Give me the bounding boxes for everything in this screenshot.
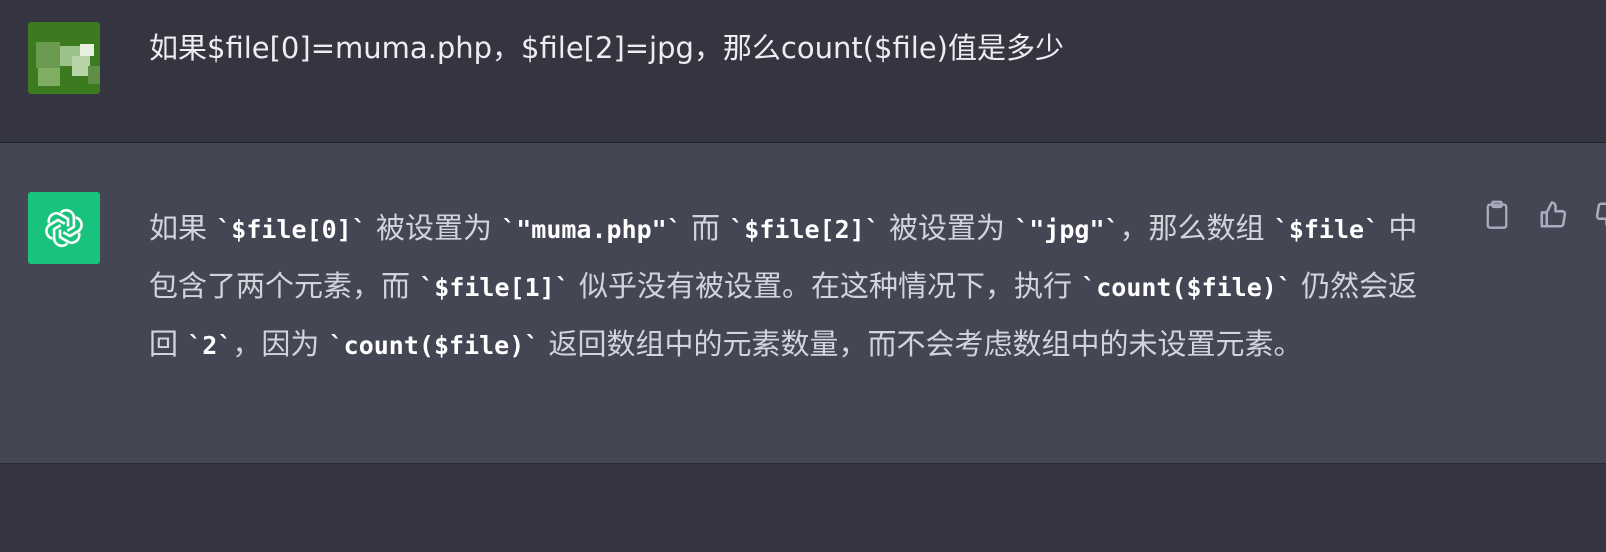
openai-logo-icon [28,192,100,264]
message-actions [1480,198,1606,232]
thumbs-up-icon[interactable] [1536,198,1570,232]
inline-code: `$file` [1273,215,1380,244]
text-segment: ，那么数组 [1119,211,1274,245]
user-message-text: 如果$file[0]=muma.php，$file[2]=jpg，那么count… [149,31,1064,65]
user-message-row: 如果$file[0]=muma.php，$file[2]=jpg，那么count… [0,0,1606,143]
inline-code: `count($file)` [1081,273,1292,302]
text-segment: 被设置为 [366,211,502,245]
inline-code: `"muma.php"` [501,215,682,244]
inline-code: `$file[0]` [216,215,367,244]
inline-code: `count($file)` [328,331,540,360]
inline-code: `$file[1]` [419,273,570,302]
clipboard-icon[interactable] [1480,198,1514,232]
bottom-area [0,464,1606,552]
text-segment: 返回数组中的元素数量，而不会考虑数组中的未设置元素。 [539,327,1303,361]
text-segment: ，因为 [232,327,329,361]
text-segment: 被设置为 [879,211,1015,245]
text-segment: 似乎没有被设置。在这种情况下，执行 [569,269,1082,303]
assistant-message-text: 如果 `$file[0]` 被设置为 `"muma.php"` 而 `$file… [149,200,1439,374]
thumbs-down-icon[interactable] [1592,198,1606,232]
text-segment: 如果 [149,211,217,245]
user-avatar-icon [28,22,100,94]
inline-code: `$file[2]` [729,215,880,244]
text-segment: 而 [681,211,730,245]
chat-thread: 如果$file[0]=muma.php，$file[2]=jpg，那么count… [0,0,1606,552]
inline-code: `2` [187,331,233,360]
inline-code: `"jpg"` [1014,215,1120,244]
